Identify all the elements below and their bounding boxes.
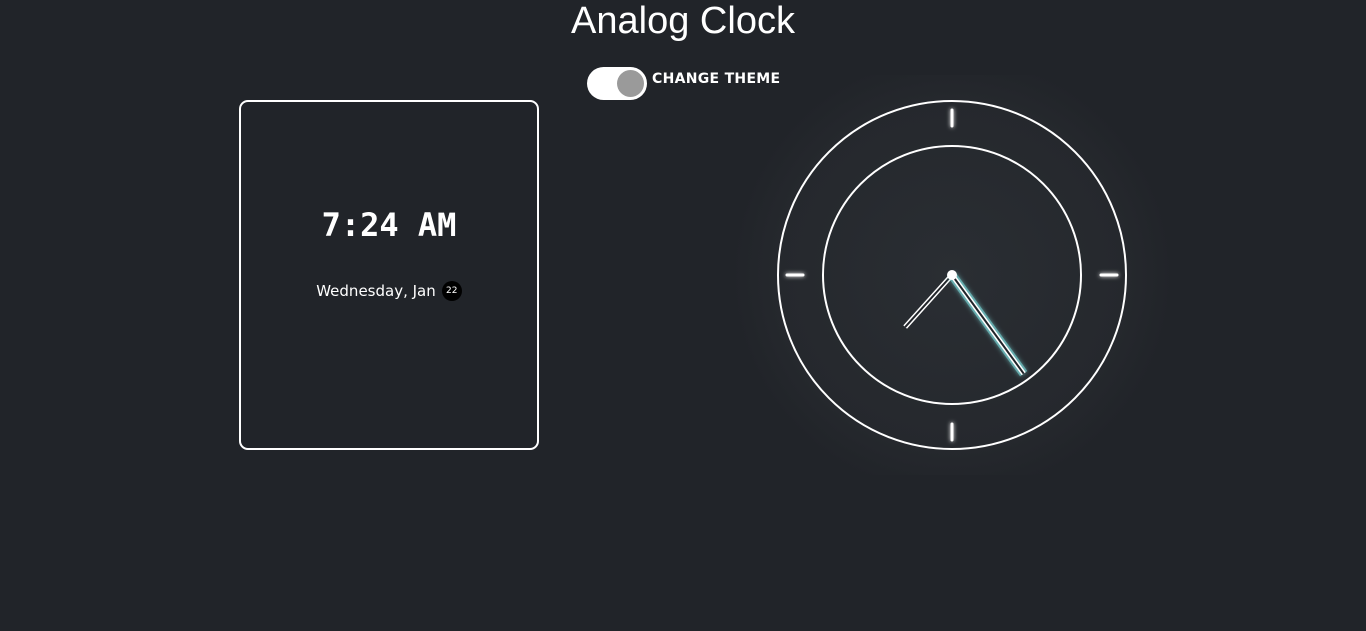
digital-time: 7:24 AM	[321, 206, 457, 244]
page-title: Analog Clock	[571, 0, 795, 42]
clock-center-pin	[947, 270, 957, 280]
theme-toggle-track[interactable]	[587, 67, 647, 100]
digital-clock-card: 7:24 AM Wednesday, Jan 22	[239, 100, 539, 450]
theme-toggle-knob[interactable]	[617, 70, 644, 97]
analog-clock	[732, 75, 1172, 475]
date-text: Wednesday, Jan	[316, 282, 436, 300]
digital-date: Wednesday, Jan 22	[241, 281, 537, 301]
day-badge: 22	[441, 281, 462, 301]
